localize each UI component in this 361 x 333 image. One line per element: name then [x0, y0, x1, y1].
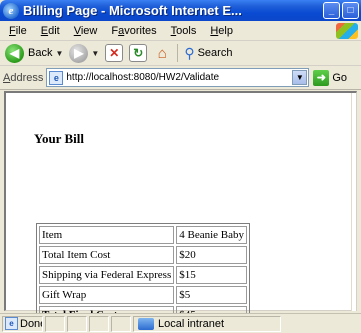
address-dropdown-icon[interactable]: ▼ — [292, 70, 308, 85]
maximize-button[interactable]: □ — [342, 2, 359, 19]
intranet-icon — [138, 317, 154, 330]
search-icon: ⚲ — [184, 44, 195, 61]
security-zone-label: Local intranet — [158, 317, 225, 330]
menu-view-accel: V — [73, 24, 81, 37]
refresh-icon: ↻ — [129, 44, 148, 62]
table-cell-value: $20 — [176, 246, 247, 264]
menu-view[interactable]: View — [67, 25, 105, 37]
table-row: Total Item Cost $20 — [39, 246, 247, 264]
menu-tools[interactable]: Tools — [164, 25, 204, 37]
page-icon: e — [49, 70, 64, 85]
refresh-button[interactable]: ↻ — [126, 42, 150, 64]
table-cell-label: Shipping via Federal Express — [39, 266, 175, 284]
scrollbar[interactable] — [351, 93, 356, 311]
window-controls: _ □ — [323, 2, 359, 19]
back-label: Back — [28, 47, 53, 59]
menu-favorites[interactable]: Favorites — [104, 25, 163, 37]
minimize-button[interactable]: _ — [323, 2, 340, 19]
back-arrow-icon: ◀ — [5, 43, 24, 63]
menu-help-label: elp — [218, 24, 233, 37]
status-pane-empty — [89, 315, 109, 332]
address-url: http://localhost:8080/HW2/Validate — [66, 72, 220, 83]
stop-button[interactable]: ✕ — [102, 42, 126, 64]
table-row: Shipping via Federal Express $15 — [39, 266, 247, 284]
status-pane-empty — [67, 315, 87, 332]
menu-edit-label: dit — [48, 24, 60, 37]
toolbar: ◀ Back ▼ ▶ ▼ ✕ ↻ ⌂ ⚲ Search — [0, 41, 361, 66]
page-title: Your Bill — [34, 131, 84, 146]
status-text: Done — [20, 317, 42, 330]
table-cell-value: $15 — [176, 266, 247, 284]
menu-edit-accel: E — [40, 24, 49, 37]
back-button[interactable]: ◀ Back ▼ — [2, 42, 66, 64]
forward-dropdown-icon[interactable]: ▼ — [91, 49, 99, 58]
menu-favorites-label: vorites — [124, 24, 157, 37]
menu-view-label: iew — [80, 24, 98, 37]
ie-logo-icon: e — [3, 2, 19, 19]
page-icon: e — [5, 317, 18, 330]
menu-file-accel: F — [9, 24, 16, 37]
status-pane-empty — [45, 315, 65, 332]
forward-arrow-icon: ▶ — [69, 43, 89, 63]
title-bar[interactable]: e Billing Page - Microsoft Internet E...… — [0, 0, 361, 21]
menu-edit[interactable]: Edit — [34, 25, 67, 37]
address-label-text: ddress — [10, 71, 44, 84]
table-cell-label: Gift Wrap — [39, 286, 175, 304]
status-done-pane: e Done — [2, 315, 43, 332]
go-arrow-icon: ➜ — [313, 69, 330, 86]
status-pane-empty — [111, 315, 131, 332]
home-icon: ⌂ — [157, 44, 167, 62]
search-button[interactable]: ⚲ Search — [181, 42, 235, 64]
go-label: Go — [332, 71, 348, 84]
forward-button[interactable]: ▶ ▼ — [66, 42, 102, 64]
page-content[interactable]: Your Bill Item 4 Beanie Baby Total Item … — [4, 91, 357, 327]
search-label: Search — [197, 47, 233, 59]
bill-table: Item 4 Beanie Baby Total Item Cost $20 S… — [36, 223, 250, 327]
address-input[interactable]: e http://localhost:8080/HW2/Validate ▼ — [46, 68, 310, 87]
address-bar: Address e http://localhost:8080/HW2/Vali… — [0, 66, 361, 90]
address-label: Address — [3, 72, 43, 84]
menu-file-label: ile — [15, 24, 27, 37]
back-dropdown-icon[interactable]: ▼ — [55, 49, 63, 58]
menu-file[interactable]: File — [2, 25, 34, 37]
security-zone-pane[interactable]: Local intranet — [133, 315, 281, 332]
table-cell-value: 4 Beanie Baby — [176, 226, 247, 244]
table-cell-label: Item — [39, 226, 175, 244]
menu-bar: File Edit View Favorites Tools Help — [0, 21, 361, 41]
status-bar: e Done Local intranet — [0, 313, 361, 333]
menu-tools-label: ools — [176, 24, 197, 37]
table-row: Gift Wrap $5 — [39, 286, 247, 304]
go-button[interactable]: ➜ Go — [313, 69, 348, 86]
menu-help[interactable]: Help — [203, 25, 240, 37]
toolbar-separator — [177, 44, 179, 62]
table-row: Item 4 Beanie Baby — [39, 226, 247, 244]
table-cell-label: Total Item Cost — [39, 246, 175, 264]
table-cell-value: $5 — [176, 286, 247, 304]
windows-logo-icon — [336, 23, 358, 39]
home-button[interactable]: ⌂ — [150, 42, 174, 64]
window-title: Billing Page - Microsoft Internet E... — [23, 3, 242, 18]
stop-icon: ✕ — [105, 44, 124, 62]
